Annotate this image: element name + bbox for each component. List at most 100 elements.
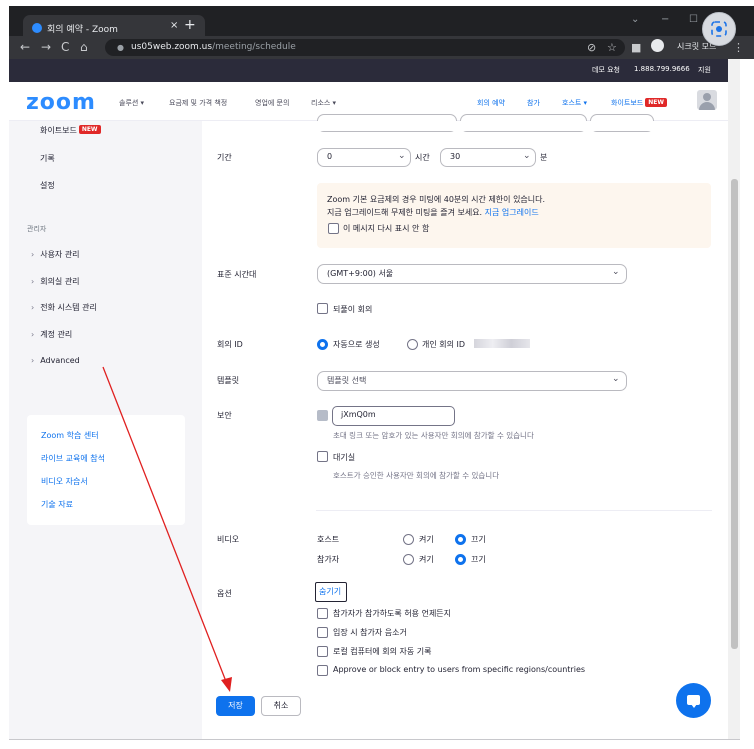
- chevron-down-icon: ⌄: [612, 374, 620, 384]
- notice-line2-text: 지금 업그레이드해 무제한 미팅을 즐겨 보세요.: [327, 208, 483, 217]
- support-link[interactable]: 지원: [698, 65, 711, 75]
- passcode-input[interactable]: jXmQ0m: [332, 406, 455, 426]
- auto-id-radio[interactable]: [317, 339, 328, 350]
- passcode-value: jXmQ0m: [341, 410, 376, 419]
- nav-whiteboard[interactable]: 화이트보드 NEW: [611, 98, 667, 108]
- sidebar-item-recordings[interactable]: 기록: [40, 153, 55, 164]
- top-strip: 데모 요청 1.888.799.9666 지원: [9, 59, 740, 82]
- video-host-label: 호스트: [317, 535, 340, 544]
- video-participant-label: 참가자: [317, 555, 340, 564]
- home-button[interactable]: ⌂: [80, 39, 88, 55]
- avatar[interactable]: [697, 90, 717, 110]
- forward-button[interactable]: →: [41, 39, 51, 55]
- host-video-off-radio[interactable]: [455, 534, 466, 545]
- bookmark-star-icon[interactable]: ☆: [607, 41, 617, 54]
- participant-video-off-radio[interactable]: [455, 554, 466, 565]
- live-training-link[interactable]: 라이브 교육에 참석: [41, 453, 105, 464]
- template-select[interactable]: 템플릿 선택 ⌄: [317, 371, 627, 391]
- upgrade-link[interactable]: 지금 업그레이드: [485, 208, 539, 217]
- cancel-button[interactable]: 취소: [261, 696, 301, 716]
- timezone-select[interactable]: (GMT+9:00) 서울 ⌄: [317, 264, 627, 284]
- knowledge-base-link[interactable]: 기술 자료: [41, 499, 73, 510]
- mute-on-entry-checkbox[interactable]: [317, 627, 328, 638]
- sidebar-item-settings[interactable]: 설정: [40, 180, 55, 191]
- tab-search-icon[interactable]: ⌄: [631, 14, 639, 25]
- chevron-down-icon: ⌄: [523, 151, 531, 161]
- participant-video-on-radio[interactable]: [403, 554, 414, 565]
- recurring-checkbox[interactable]: [317, 303, 328, 314]
- dont-show-label: 이 메시지 다시 표시 안 함: [343, 224, 430, 233]
- phone-link[interactable]: 1.888.799.9666: [634, 65, 690, 73]
- back-button[interactable]: ←: [20, 39, 30, 55]
- page-scrollbar[interactable]: [728, 59, 740, 739]
- template-label: 템플릿: [217, 376, 240, 385]
- nav-resources[interactable]: 리소스 ▾: [311, 98, 336, 108]
- side-panel-icon[interactable]: ■: [631, 41, 641, 54]
- nav-join[interactable]: 참가: [527, 98, 540, 108]
- zoom-logo[interactable]: zoom: [26, 90, 96, 115]
- dont-show-checkbox[interactable]: [328, 223, 339, 234]
- sidebar-item-account-management[interactable]: › 계정 관리: [31, 329, 72, 340]
- section-divider: [316, 510, 712, 511]
- sidebar-item-label: 사용자 관리: [40, 250, 80, 259]
- browser-tab-bar: 회의 예약 - Zoom × + ⌄ − ☐: [9, 6, 754, 42]
- hide-options-button[interactable]: 숨기기: [315, 582, 347, 602]
- mute-on-entry-label: 입장 시 참가자 음소거: [333, 628, 407, 637]
- nav-contact-sales[interactable]: 영업에 문의: [255, 98, 289, 108]
- maximize-button[interactable]: ☐: [689, 14, 698, 25]
- lens-icon[interactable]: [702, 12, 736, 46]
- tab-title: 회의 예약 - Zoom: [47, 25, 118, 35]
- sidebar-item-room-management[interactable]: › 회의실 관리: [31, 276, 80, 287]
- learning-center-link[interactable]: Zoom 학습 센터: [41, 430, 99, 441]
- personal-id-radio[interactable]: [407, 339, 418, 350]
- window-bottom-edge: [9, 739, 740, 740]
- chevron-right-icon: ›: [31, 277, 35, 286]
- duration-hours-select[interactable]: 0 ⌄: [317, 148, 411, 167]
- region-block-checkbox[interactable]: [317, 665, 328, 676]
- nav-schedule-meeting[interactable]: 회의 예약: [477, 98, 505, 108]
- join-anytime-checkbox[interactable]: [317, 608, 328, 619]
- nav-plans-pricing[interactable]: 요금제 및 가격 책정: [169, 98, 227, 108]
- waiting-room-label: 대기실: [333, 453, 356, 462]
- sidebar-item-user-management[interactable]: › 사용자 관리: [31, 249, 80, 260]
- url-domain: us05web.zoom.us: [131, 42, 213, 52]
- hide-options-label: 숨기기: [319, 587, 342, 596]
- nav-whiteboard-label: 화이트보드: [611, 99, 644, 107]
- duration-hours-value: 0: [327, 152, 333, 161]
- passcode-checkbox[interactable]: [317, 410, 328, 421]
- reload-button[interactable]: C: [61, 39, 69, 55]
- new-badge: NEW: [645, 98, 667, 107]
- duration-minutes-select[interactable]: 30 ⌄: [440, 148, 536, 167]
- incognito-icon[interactable]: [651, 39, 664, 52]
- new-badge: NEW: [78, 125, 101, 134]
- admin-heading: 관리자: [27, 225, 47, 233]
- minimize-button[interactable]: −: [661, 14, 669, 25]
- video-tutorials-link[interactable]: 비디오 자습서: [41, 476, 88, 487]
- close-tab-icon[interactable]: ×: [170, 20, 178, 31]
- host-video-on-radio[interactable]: [403, 534, 414, 545]
- request-demo-link[interactable]: 데모 요청: [592, 65, 620, 75]
- eye-slash-icon[interactable]: ⊘: [587, 41, 596, 54]
- recurring-label: 되풀이 회의: [333, 305, 373, 314]
- region-block-label: Approve or block entry to users from spe…: [333, 665, 586, 674]
- new-tab-button[interactable]: +: [184, 18, 196, 32]
- chevron-down-icon: ⌄: [612, 267, 620, 277]
- address-bar[interactable]: ● us05web.zoom.us/meeting/schedule: [105, 39, 625, 56]
- chat-button[interactable]: [676, 683, 711, 718]
- sidebar-item-label: 계정 관리: [40, 330, 73, 339]
- auto-record-label: 로컬 컴퓨터에 회의 자동 기록: [333, 647, 432, 656]
- waiting-room-checkbox[interactable]: [317, 451, 328, 462]
- sidebar-item-whiteboard[interactable]: 화이트보드 NEW: [40, 125, 101, 136]
- nav-host[interactable]: 호스트 ▾: [562, 98, 587, 108]
- sidebar-item-advanced[interactable]: › Advanced: [31, 356, 80, 365]
- nav-solutions[interactable]: 솔루션 ▾: [119, 98, 144, 108]
- notice-line2: 지금 업그레이드해 무제한 미팅을 즐겨 보세요. 지금 업그레이드: [327, 207, 539, 218]
- scrollbar-thumb[interactable]: [731, 179, 738, 649]
- participant-video-on-label: 켜기: [419, 555, 434, 564]
- chevron-down-icon: ⌄: [398, 151, 406, 161]
- chevron-right-icon: ›: [31, 303, 35, 312]
- auto-record-checkbox[interactable]: [317, 646, 328, 657]
- scroll-mask: [202, 121, 728, 131]
- sidebar-item-phone-system[interactable]: › 전화 시스템 관리: [31, 302, 97, 313]
- save-button[interactable]: 저장: [216, 696, 255, 716]
